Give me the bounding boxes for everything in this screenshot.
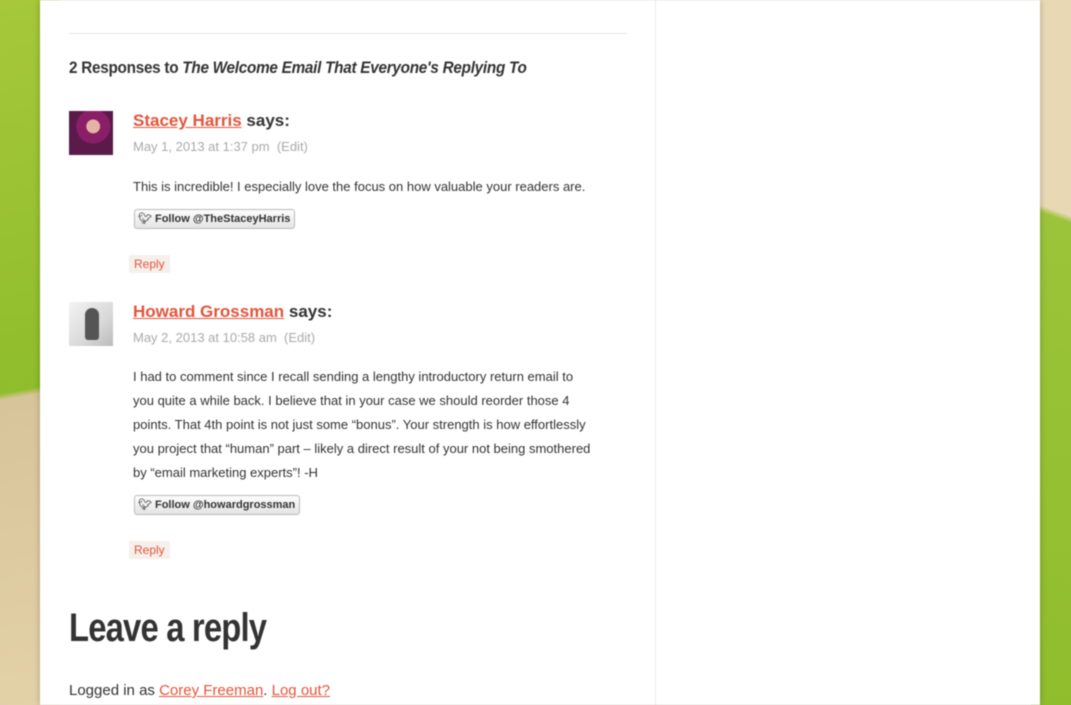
reply-label: Reply xyxy=(134,257,165,271)
comment-author-link[interactable]: Howard Grossman xyxy=(133,302,284,321)
comment-meta: May 1, 2013 at 1:37 pm (Edit) xyxy=(133,139,308,154)
post-title: The Welcome Email That Everyone's Replyi… xyxy=(182,58,527,77)
comment-item: Stacey Harris says: May 1, 2013 at 1:37 … xyxy=(69,111,629,281)
comments-count: 2 Responses to xyxy=(69,58,183,77)
says-label: says: xyxy=(288,302,333,321)
reply-button[interactable]: Reply xyxy=(129,541,170,559)
twitter-icon: 🐦︎ xyxy=(138,213,152,225)
leave-reply-heading: Leave a reply xyxy=(69,606,267,650)
divider xyxy=(69,33,627,34)
follow-label: Follow @howardgrossman xyxy=(154,499,296,511)
logout-link[interactable]: Log out? xyxy=(272,682,330,699)
comment-item: Howard Grossman says: May 2, 2013 at 10:… xyxy=(69,302,629,572)
edit-link[interactable]: (Edit) xyxy=(277,139,308,154)
avatar[interactable] xyxy=(69,111,113,155)
comments-heading: 2 Responses to The Welcome Email That Ev… xyxy=(69,58,527,78)
twitter-icon: 🐦︎ xyxy=(138,499,152,511)
comment-text: This is incredible! I especially love th… xyxy=(133,179,586,194)
comment-body: This is incredible! I especially love th… xyxy=(133,175,629,199)
logged-in-prefix: Logged in as xyxy=(69,682,160,699)
comment-author-line: Stacey Harris says: xyxy=(133,111,290,131)
twitter-follow-button[interactable]: 🐦︎ Follow @TheStaceyHarris xyxy=(134,209,296,229)
comment-meta: May 2, 2013 at 10:58 am (Edit) xyxy=(133,330,315,345)
logged-in-line: Logged in as Corey Freeman. Log out? xyxy=(69,682,330,699)
comment-text-line: you project that “human” part – likely a… xyxy=(133,441,591,456)
comment-text-line: by “email marketing experts”! -H xyxy=(133,465,318,480)
user-profile-link[interactable]: Corey Freeman xyxy=(159,682,263,699)
comment-text-line: you quite a while back. I believe that i… xyxy=(133,393,570,408)
comment-date[interactable]: May 1, 2013 at 1:37 pm xyxy=(133,139,270,154)
comment-text-line: points. That 4th point is not just some … xyxy=(133,417,586,432)
follow-label: Follow @TheStaceyHarris xyxy=(154,213,291,225)
avatar[interactable] xyxy=(69,302,113,346)
edit-link[interactable]: (Edit) xyxy=(284,330,315,345)
comment-body: I had to comment since I recall sending … xyxy=(133,365,629,485)
twitter-follow-button[interactable]: 🐦︎ Follow @howardgrossman xyxy=(134,495,301,515)
sidebar-divider xyxy=(655,0,656,705)
page-content: 2 Responses to The Welcome Email That Ev… xyxy=(40,0,1040,705)
comment-date[interactable]: May 2, 2013 at 10:58 am xyxy=(133,330,277,345)
comment-text-line: I had to comment since I recall sending … xyxy=(133,369,574,384)
comment-author-line: Howard Grossman says: xyxy=(133,302,332,322)
comment-author-link[interactable]: Stacey Harris xyxy=(133,111,242,130)
says-label: says: xyxy=(246,111,290,130)
reply-button[interactable]: Reply xyxy=(129,255,170,273)
separator: . xyxy=(263,682,268,699)
reply-label: Reply xyxy=(134,543,165,557)
